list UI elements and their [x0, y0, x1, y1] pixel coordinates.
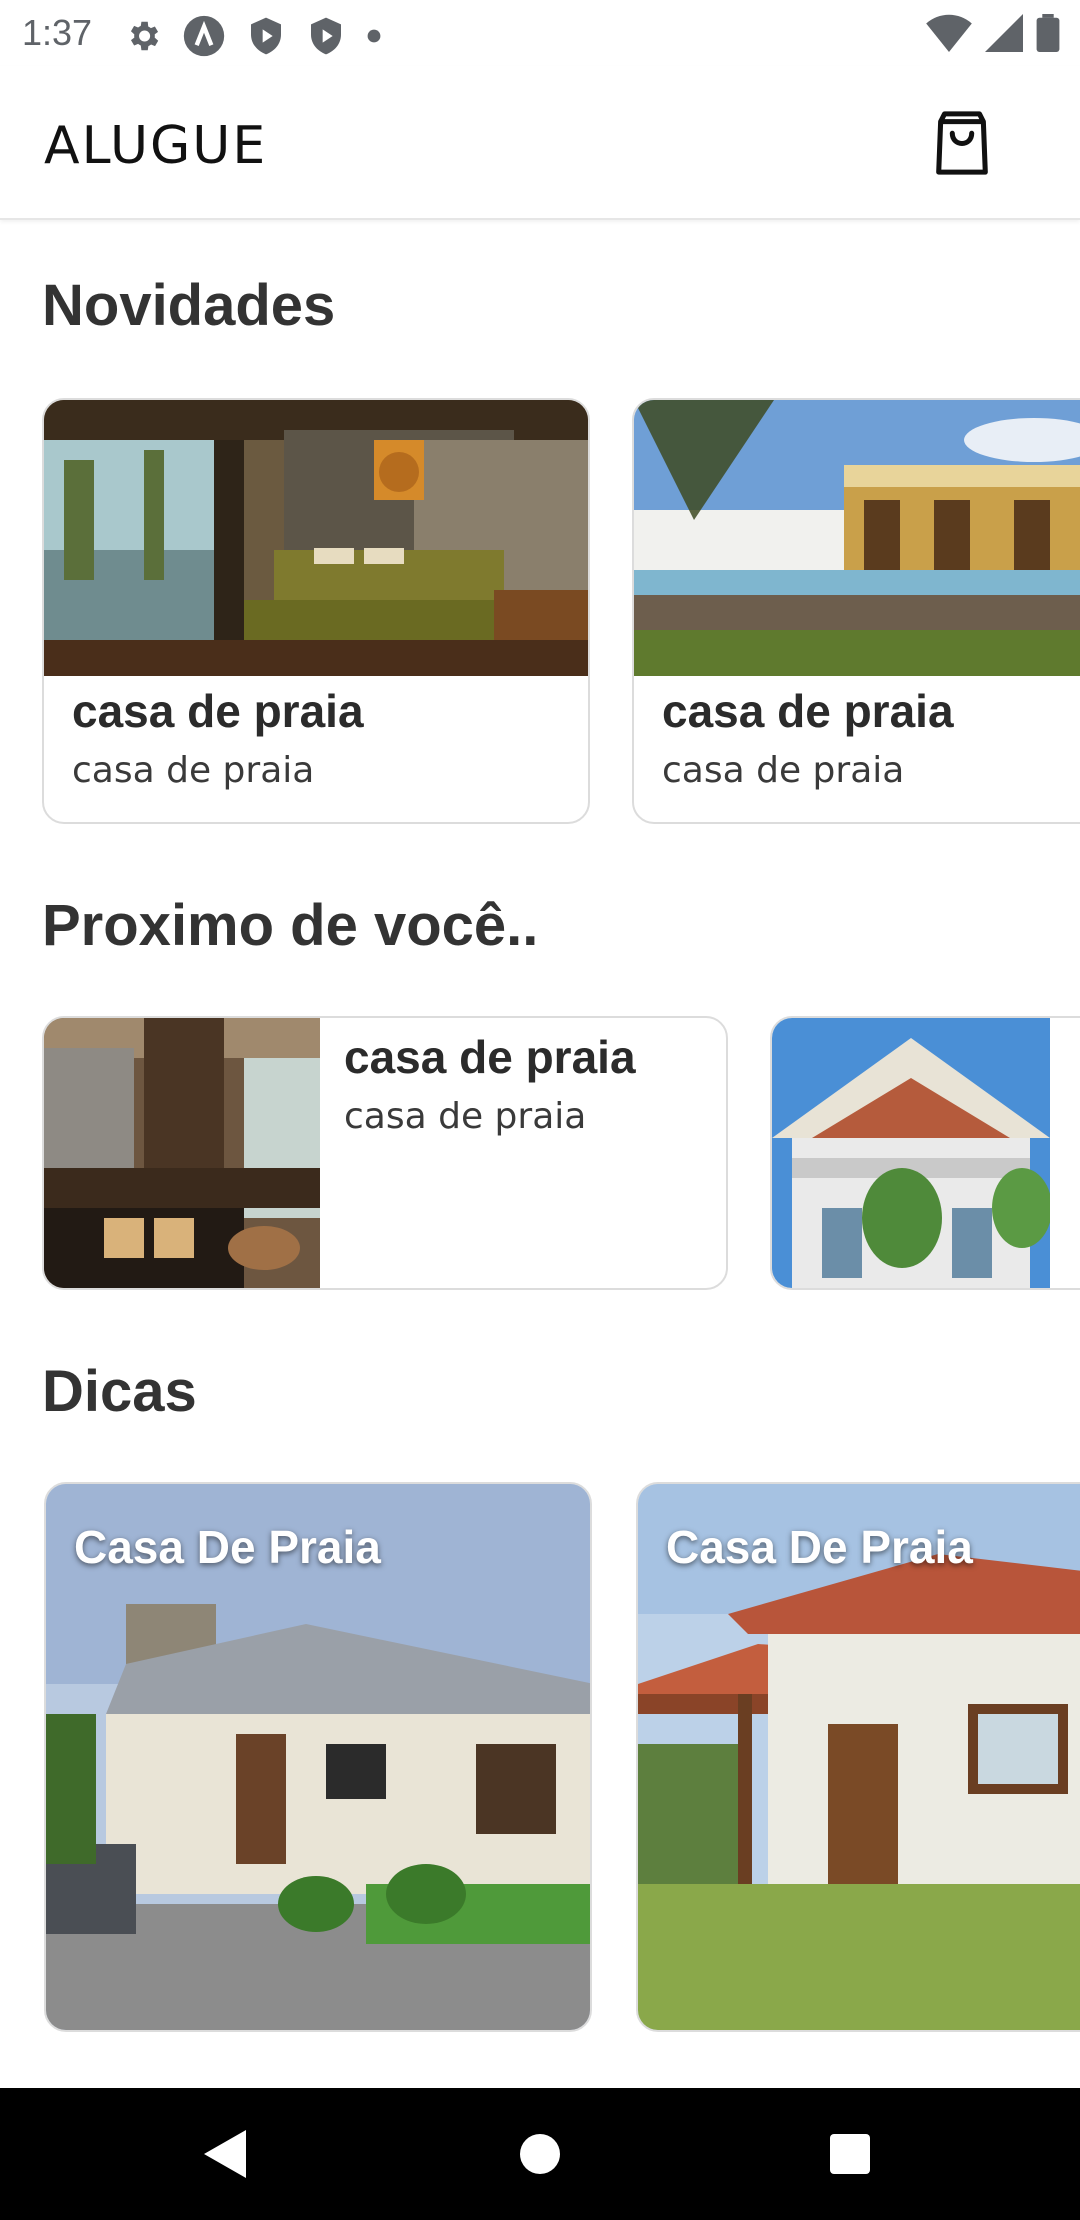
app-title: ALUGUE	[44, 116, 268, 176]
recents-icon[interactable]	[830, 2134, 870, 2174]
shopping-bag-icon	[936, 111, 988, 175]
status-time: 1:37	[22, 12, 93, 53]
gear-icon	[130, 21, 159, 51]
tip-label: Casa De Praia	[74, 1521, 381, 1573]
status-notification-icons	[124, 14, 382, 58]
dot-icon	[367, 29, 381, 43]
signal-icon	[985, 14, 1023, 52]
home-icon[interactable]	[520, 2134, 560, 2174]
proximo-card[interactable]	[770, 1016, 1080, 1290]
battery-icon	[1036, 14, 1060, 52]
shield-play-icon	[311, 17, 341, 55]
a-circle-icon	[183, 15, 225, 57]
cart-button[interactable]	[930, 110, 994, 176]
section-title-proximo: Proximo de você..	[42, 893, 539, 958]
status-system-icons	[926, 14, 1060, 52]
card-subtitle: casa de praia	[344, 1096, 587, 1137]
dicas-card[interactable]: Casa De Praia	[636, 1482, 1080, 2032]
card-subtitle: casa de praia	[72, 750, 315, 791]
card-image	[44, 400, 588, 676]
shield-play-icon	[251, 17, 281, 55]
card-title: casa de praia	[344, 1031, 636, 1083]
novidades-card[interactable]: casa de praia casa de praia	[42, 398, 590, 824]
wifi-icon	[926, 14, 972, 52]
dicas-card[interactable]: Casa De Praia	[44, 1482, 592, 2032]
app-bar: ALUGUE	[0, 66, 1080, 220]
section-title-dicas: Dicas	[42, 1359, 197, 1424]
section-title-novidades: Novidades	[42, 273, 336, 338]
card-subtitle: casa de praia	[662, 750, 905, 791]
card-image	[634, 400, 1080, 676]
status-bar: 1:37	[0, 0, 1080, 66]
system-nav-bar	[0, 2088, 1080, 2220]
card-title: casa de praia	[72, 685, 364, 737]
proximo-card[interactable]: casa de praia casa de praia	[42, 1016, 728, 1290]
novidades-card[interactable]: casa de praia casa de praia	[632, 398, 1080, 824]
back-icon[interactable]	[204, 2130, 246, 2178]
card-image	[772, 1018, 1050, 1288]
card-image	[44, 1018, 320, 1288]
tip-label: Casa De Praia	[666, 1521, 973, 1573]
card-title: casa de praia	[662, 685, 954, 737]
